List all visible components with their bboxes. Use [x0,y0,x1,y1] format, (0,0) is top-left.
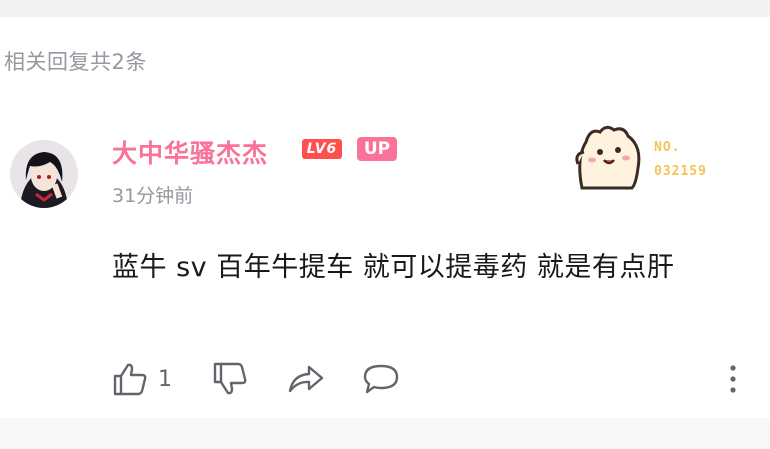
related-replies-count: 相关回复共2条 [4,50,147,74]
comment-time: 31分钟前 [112,185,194,207]
fan-badge-label: NO. [654,140,681,155]
share-icon [288,365,324,393]
username[interactable]: 大中华骚杰杰 [112,134,268,170]
thumbs-up-icon [113,363,147,396]
fan-badge-number: 032159 [654,164,707,179]
like-count: 1 [158,366,172,392]
share-button[interactable] [287,363,325,395]
like-button[interactable]: 1 [112,362,172,396]
thumbs-down-icon [213,362,247,395]
more-options-button[interactable] [722,362,744,398]
fan-badge-mascot-icon [572,118,652,190]
bottom-divider-strip [0,418,770,449]
reply-button[interactable] [362,363,400,395]
avatar-image [10,140,78,208]
comment-body: 蓝牛 sv 百年牛提车 就可以提毒药 就是有点肝 [112,252,675,283]
top-divider-strip [0,0,770,17]
comment-icon [363,364,399,394]
dislike-button[interactable] [212,362,248,396]
up-badge: UP [357,137,397,161]
more-vertical-icon [730,365,736,393]
avatar[interactable] [10,140,78,208]
level-badge: LV6 [302,139,342,159]
